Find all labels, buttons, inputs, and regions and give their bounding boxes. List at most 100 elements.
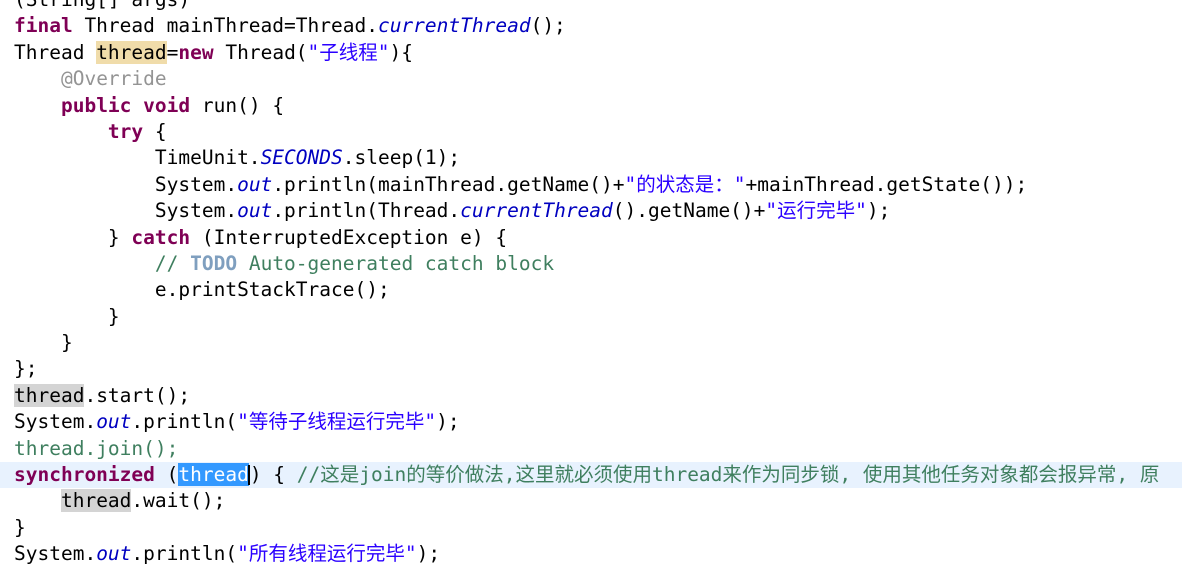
token-system: System. xyxy=(154,199,238,223)
indent-1 xyxy=(14,331,61,354)
token-variable-thread-declaration: thread xyxy=(96,40,167,64)
token-println-open: .println( xyxy=(131,542,238,566)
token-line7-tail: +mainThread.getState()); xyxy=(745,172,1028,196)
code-line-9[interactable]: } catch (InterruptedException e) { xyxy=(0,225,1182,251)
token-todo-tag: TODO xyxy=(190,251,238,275)
code-line-21[interactable]: System.out.println("所有线程运行完毕"); xyxy=(0,541,1182,567)
token-start-call: .start(); xyxy=(84,383,191,407)
token-thread-type: Thread xyxy=(14,40,97,64)
code-line-8[interactable]: System.out.println(Thread.currentThread(… xyxy=(0,198,1182,224)
indent-1 xyxy=(14,67,61,90)
token-keyword-public: public xyxy=(60,93,132,117)
token-static-seconds: SECONDS xyxy=(260,146,343,170)
token-keyword-catch: catch xyxy=(131,225,191,249)
code-line-19[interactable]: thread.wait(); xyxy=(0,488,1182,514)
indent-3 xyxy=(14,173,155,196)
token-open-paren: ( xyxy=(154,463,179,487)
token-selected-thread: thread xyxy=(178,463,249,487)
token-close-anon-class: }; xyxy=(14,357,38,381)
token-close-brace: } xyxy=(14,515,26,539)
code-line-6[interactable]: TimeUnit.SECONDS.sleep(1); xyxy=(0,145,1182,171)
code-line-16[interactable]: System.out.println("等待子线程运行完毕"); xyxy=(0,409,1182,435)
token-printstacktrace: e.printStackTrace(); xyxy=(154,278,390,302)
token-line8-tail: ); xyxy=(866,199,891,223)
token-keyword-void: void xyxy=(143,93,191,117)
token-close-brace: } xyxy=(107,225,132,249)
token-println-args: .println(Thread. xyxy=(272,199,461,223)
token-close-paren: ) { xyxy=(249,463,297,487)
code-line-0[interactable]: (String[] args) xyxy=(0,0,1182,13)
token-line1-tail: (); xyxy=(530,14,566,38)
indent-1 xyxy=(14,489,61,512)
code-line-13[interactable]: } xyxy=(0,330,1182,356)
code-line-18[interactable]: synchronized (thread) { //这是join的等价做法,这里… xyxy=(0,462,1182,489)
token-line16-tail: ); xyxy=(436,410,460,434)
token-string-all-done: "所有线程运行完毕" xyxy=(237,542,417,566)
token-close-brace: } xyxy=(60,331,73,355)
code-line-12[interactable]: } xyxy=(0,304,1182,330)
indent-1 xyxy=(14,94,61,117)
code-line-14[interactable]: }; xyxy=(0,356,1182,382)
token-annotation-override: @Override xyxy=(60,67,167,91)
token-commented-join-call: thread.join(); xyxy=(14,436,179,460)
token-static-currentthread: currentThread xyxy=(460,199,613,223)
token-comment-slashes: // xyxy=(154,251,191,275)
token-println-args: .println(mainThread.getName()+ xyxy=(272,172,625,196)
token-getname-call: ().getName()+ xyxy=(612,199,766,223)
code-line-2[interactable]: Thread thread=new Thread("子线程"){ xyxy=(0,40,1182,66)
code-line-3[interactable]: @Override xyxy=(0,66,1182,92)
indent-3 xyxy=(14,199,155,222)
code-line-10[interactable]: // TODO Auto-generated catch block xyxy=(0,251,1182,277)
token-string-waiting: "等待子线程运行完毕" xyxy=(237,410,437,434)
token-inline-comment: //这是join的等价做法,这里就必须使用thread来作为同步锁, 使用其他任… xyxy=(296,463,1160,487)
code-line-4[interactable]: public void run() { xyxy=(0,93,1182,119)
token-keyword-new: new xyxy=(178,40,214,64)
code-lines-container: (String[] args) final Thread mainThread=… xyxy=(0,0,1182,568)
code-line-7[interactable]: System.out.println(mainThread.getName()+… xyxy=(0,172,1182,198)
token-println-open: .println( xyxy=(131,410,238,434)
token-static-out: out xyxy=(237,172,273,196)
token-thread-decl: Thread mainThread=Thread. xyxy=(72,14,378,38)
indent-3 xyxy=(14,146,155,169)
code-line-17[interactable]: thread.join(); xyxy=(0,436,1182,462)
token-partial-signature: (String[] args) xyxy=(14,0,190,11)
token-close-brace: } xyxy=(107,304,120,328)
token-string-finished: "运行完毕" xyxy=(765,199,867,223)
token-system: System. xyxy=(14,410,97,434)
code-line-1[interactable]: final Thread mainThread=Thread.currentTh… xyxy=(0,13,1182,39)
token-wait-call: .wait(); xyxy=(131,489,226,513)
token-static-out: out xyxy=(237,199,273,223)
indent-3 xyxy=(14,278,155,301)
token-comment-body: Auto-generated catch block xyxy=(237,251,555,275)
token-static-out: out xyxy=(96,410,132,434)
code-editor[interactable]: (String[] args) final Thread mainThread=… xyxy=(0,0,1182,586)
indent-3 xyxy=(14,252,155,275)
token-system: System. xyxy=(154,172,238,196)
token-string-child-thread: "子线程" xyxy=(307,40,390,64)
token-keyword-final: final xyxy=(14,14,73,38)
token-line2-tail: ){ xyxy=(389,40,414,64)
token-constructor-call: Thread( xyxy=(213,40,308,64)
token-assign: = xyxy=(166,40,179,64)
token-string-state: "的状态是：" xyxy=(624,172,746,196)
token-variable-thread-occurrence: thread xyxy=(14,383,85,407)
token-keyword-synchronized: synchronized xyxy=(14,463,155,487)
token-variable-thread-occurrence: thread xyxy=(60,489,132,513)
code-line-11[interactable]: e.printStackTrace(); xyxy=(0,277,1182,303)
token-static-currentthread: currentThread xyxy=(377,14,531,38)
token-line21-tail: ); xyxy=(416,542,441,566)
token-system: System. xyxy=(14,542,97,566)
indent-2 xyxy=(14,226,108,249)
token-catch-params: (InterruptedException e) { xyxy=(190,225,508,249)
code-line-5[interactable]: try { xyxy=(0,119,1182,145)
token-method-run: run() { xyxy=(190,93,285,117)
code-line-15[interactable]: thread.start(); xyxy=(0,383,1182,409)
indent-2 xyxy=(14,120,108,143)
code-line-20[interactable]: } xyxy=(0,515,1182,541)
token-static-out: out xyxy=(96,542,132,566)
indent-2 xyxy=(14,305,108,328)
token-open-brace: { xyxy=(143,119,167,143)
token-keyword-try: try xyxy=(107,119,144,143)
token-timeunit: TimeUnit. xyxy=(154,146,261,170)
